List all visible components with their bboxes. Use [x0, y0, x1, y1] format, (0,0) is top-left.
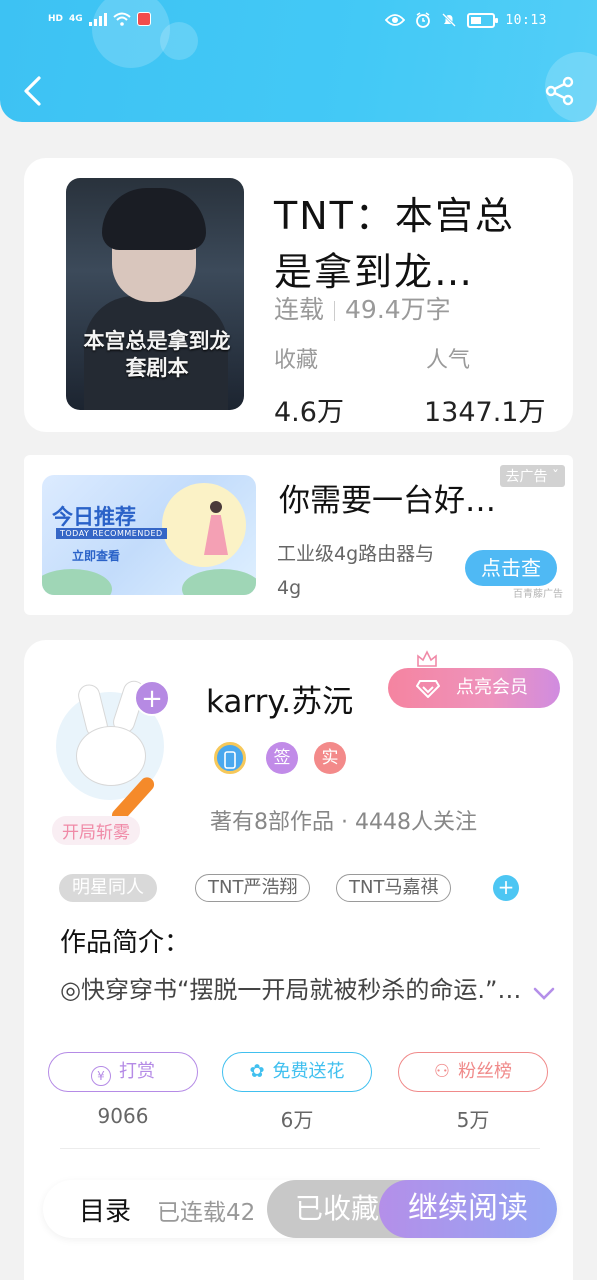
toc-button[interactable]: 目录	[79, 1191, 131, 1228]
remove-ad-label: 去广告	[505, 469, 548, 485]
send-flower-button[interactable]: ✿ 免费送花	[222, 1052, 372, 1092]
meta-divider	[334, 301, 336, 321]
intro-text[interactable]: ◎快穿穿书“摆脱一开局就被秒杀的命运.”…	[60, 972, 530, 1008]
ad-image-subtitle: TODAY RECOMMENDED	[56, 528, 167, 539]
book-title: TNT：本宫总是拿到龙…	[274, 194, 515, 294]
author-name[interactable]: karry.苏沅	[206, 676, 353, 721]
ad-image[interactable]: 今日推荐 TODAY RECOMMENDED 立即查看	[42, 475, 256, 595]
vip-activate-button[interactable]: 点亮会员	[388, 668, 560, 708]
reading-app-notification-icon	[136, 12, 151, 26]
favorites-value: 4.6万	[274, 397, 344, 428]
ad-banner[interactable]: 今日推荐 TODAY RECOMMENDED 立即查看 你需要一台好… 去广告 …	[24, 455, 573, 615]
fan-count: 5万	[456, 1108, 490, 1132]
serial-status: 连载	[274, 295, 325, 324]
tip-label: 打赏	[119, 1061, 155, 1082]
coin-icon: ¥	[91, 1066, 111, 1086]
ad-image-bush	[182, 569, 256, 595]
follow-plus-button[interactable]: +	[134, 680, 170, 716]
avatar-rabbit-face	[76, 726, 146, 786]
signed-badge[interactable]: 签	[266, 742, 298, 774]
ad-description: 工业级4g路由器与4g	[277, 543, 435, 599]
tip-button[interactable]: ¥ 打赏	[48, 1052, 198, 1092]
verified-badge[interactable]: 实	[314, 742, 346, 774]
top-header: HD 4G 10:13	[0, 0, 597, 122]
add-tag-button[interactable]: +	[493, 875, 519, 901]
book-meta: 连载 49.4万字	[274, 290, 451, 326]
mute-bell-icon	[442, 13, 457, 27]
intro-heading: 作品简介：	[60, 928, 191, 958]
cover-title-art: 本宫总是拿到龙套剧本	[83, 329, 231, 380]
cover-figure-hair	[102, 188, 206, 250]
ad-image-figure	[204, 501, 228, 571]
word-count: 49.4万字	[345, 295, 451, 324]
ad-image-bush	[42, 569, 112, 595]
tip-count: 9066	[97, 1104, 149, 1128]
signal-icon	[88, 12, 107, 26]
ad-title[interactable]: 你需要一台好…	[279, 475, 496, 520]
ad-source-label: 百青藤广告	[513, 589, 563, 600]
continue-reading-button[interactable]: 继续阅读	[379, 1180, 557, 1238]
avatar-frame-label: 开局斩雾	[52, 816, 140, 845]
character-tag[interactable]: TNT马嘉祺	[336, 874, 452, 902]
ad-image-title: 今日推荐	[52, 505, 136, 529]
ad-click-button[interactable]: 点击查	[465, 550, 557, 586]
battery-icon	[467, 12, 499, 28]
clock: 10:13	[505, 12, 547, 28]
alarm-icon	[416, 12, 431, 28]
hd-indicator: HD	[48, 14, 64, 24]
chevron-down-icon: ˇ	[552, 469, 559, 485]
crown-icon	[417, 650, 437, 667]
author-stats: 著有8部作品 · 4448人关注	[210, 810, 477, 835]
book-cover-image[interactable]: 本宫总是拿到龙套剧本	[66, 178, 244, 410]
fan-ranking-label: 粉丝榜	[458, 1061, 513, 1082]
popularity-value: 1347.1万	[424, 397, 546, 428]
flower-icon: ✿	[249, 1061, 265, 1082]
diamond-icon	[416, 680, 440, 698]
chevron-down-icon[interactable]	[532, 986, 556, 1002]
user-rank-icon: ⚇	[433, 1061, 451, 1082]
wifi-icon	[113, 12, 131, 26]
share-icon[interactable]	[545, 76, 575, 106]
flower-count: 6万	[280, 1108, 314, 1132]
vip-activate-label: 点亮会员	[456, 677, 528, 698]
character-tag[interactable]: TNT严浩翔	[195, 874, 311, 902]
popularity-label: 人气	[426, 348, 471, 373]
remove-ad-tag[interactable]: 去广告 ˇ	[499, 465, 565, 487]
status-bar: HD 4G 10:13	[0, 0, 597, 44]
back-arrow-icon[interactable]	[20, 74, 46, 108]
fan-ranking-button[interactable]: ⚇ 粉丝榜	[398, 1052, 548, 1092]
network-4g-indicator: 4G	[69, 14, 83, 24]
ad-image-cta: 立即查看	[72, 549, 121, 563]
eye-icon	[385, 14, 406, 26]
update-status: 已连载42	[157, 1200, 256, 1226]
send-flower-label: 免费送花	[272, 1061, 345, 1082]
genre-tag[interactable]: 明星同人	[59, 874, 157, 902]
phone-verified-badge-icon[interactable]	[214, 742, 246, 774]
favorites-label: 收藏	[274, 348, 319, 373]
bottom-action-bar: 目录 已连载42 已收藏 继续阅读	[43, 1180, 557, 1238]
section-divider	[60, 1148, 540, 1149]
book-info-card: 本宫总是拿到龙套剧本 TNT：本宫总是拿到龙… 连载 49.4万字 收藏 人气 4…	[24, 158, 573, 432]
